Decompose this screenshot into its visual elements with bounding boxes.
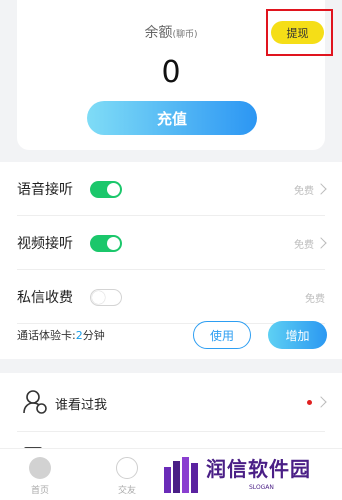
trial-card-text: 通话体验卡:2分钟 [17,327,105,343]
settings-row-video[interactable]: 视频接听 免费 [0,216,342,270]
tab-home-label: 首页 [30,486,49,496]
voice-price: 免费 [294,185,314,197]
call-settings-panel: 语音接听 免费 视频接听 免费 私信收费 免费 通话体验卡:2分钟 使用 增加 [0,162,342,359]
toggle-knob [107,236,120,250]
message-price: 免费 [305,293,325,305]
divider [17,431,325,432]
video-price: 免费 [294,239,314,251]
who-viewed-me-label: 谁看过我 [55,398,108,413]
balance-label-text: 余额 [144,25,173,41]
tab-discover[interactable]: 交友 [97,449,157,500]
toggle-knob [92,290,105,304]
watermark-text: 润信软件园 [206,457,311,481]
balance-amount: 0 [161,55,181,90]
watermark-slogan: SLOGAN [249,484,274,491]
use-button[interactable]: 使用 [193,321,251,349]
home-icon [29,457,51,479]
recharge-button[interactable]: 充值 [87,101,257,135]
voice-answer-label: 语音接听 [17,182,73,198]
watermark: 润信软件园 SLOGAN [163,451,341,497]
settings-row-voice[interactable]: 语音接听 免费 [0,162,342,216]
watermark-logo [164,457,198,493]
chevron-right-icon [315,396,327,408]
tab-home[interactable]: 首页 [10,449,70,500]
trial-card-row: 通话体验卡:2分钟 使用 增加 [0,311,342,359]
chevron-right-icon [315,183,327,195]
balance-unit: (聊币) [172,30,198,40]
trial-card-minutes: 2 [75,329,83,342]
chevron-right-icon [315,237,327,249]
new-visitor-dot [307,400,312,405]
trial-card-suffix: 分钟 [82,329,105,342]
toggle-knob [107,182,120,196]
who-viewed-me-row[interactable]: 谁看过我 [0,373,342,431]
withdraw-button[interactable]: 提现 [271,21,324,44]
visitor-icon [23,390,47,414]
video-answer-label: 视频接听 [17,236,73,252]
message-charge-label: 私信收费 [17,290,73,306]
message-charge-toggle[interactable] [90,288,122,306]
discover-icon [116,457,138,479]
video-answer-toggle[interactable] [90,234,122,252]
add-button[interactable]: 增加 [268,321,327,349]
voice-answer-toggle[interactable] [90,180,122,198]
trial-card-prefix: 通话体验卡: [17,329,76,342]
tab-discover-label: 交友 [117,486,136,496]
